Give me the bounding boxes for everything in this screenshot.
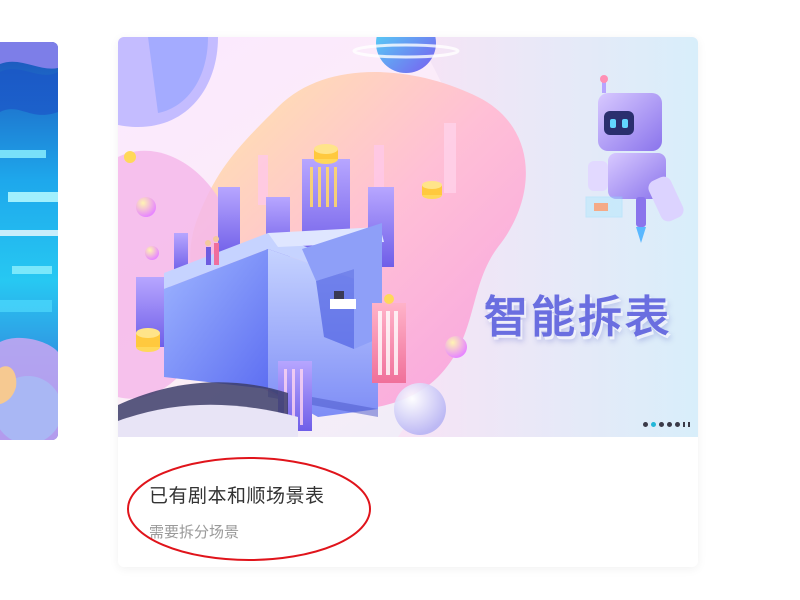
pause-icon-bar[interactable] xyxy=(688,422,690,427)
card-title: 已有剧本和顺场景表 xyxy=(149,485,325,507)
banner-headline: 智能拆表 xyxy=(484,292,672,343)
carousel-dot[interactable] xyxy=(643,422,648,427)
carousel-dot-active[interactable] xyxy=(651,422,656,427)
card-subtitle: 需要拆分场景 xyxy=(149,523,240,541)
card-banner-image: 智能拆表 xyxy=(118,37,698,437)
pause-icon[interactable] xyxy=(683,422,685,427)
previous-card-image[interactable] xyxy=(0,42,58,440)
feature-card[interactable]: 智能拆表 已有剧本和顺场景表 需要拆分场景 xyxy=(118,37,698,567)
carousel-dot[interactable] xyxy=(667,422,672,427)
carousel-indicators[interactable] xyxy=(643,422,690,427)
carousel-dot[interactable] xyxy=(659,422,664,427)
carousel-dot[interactable] xyxy=(675,422,680,427)
